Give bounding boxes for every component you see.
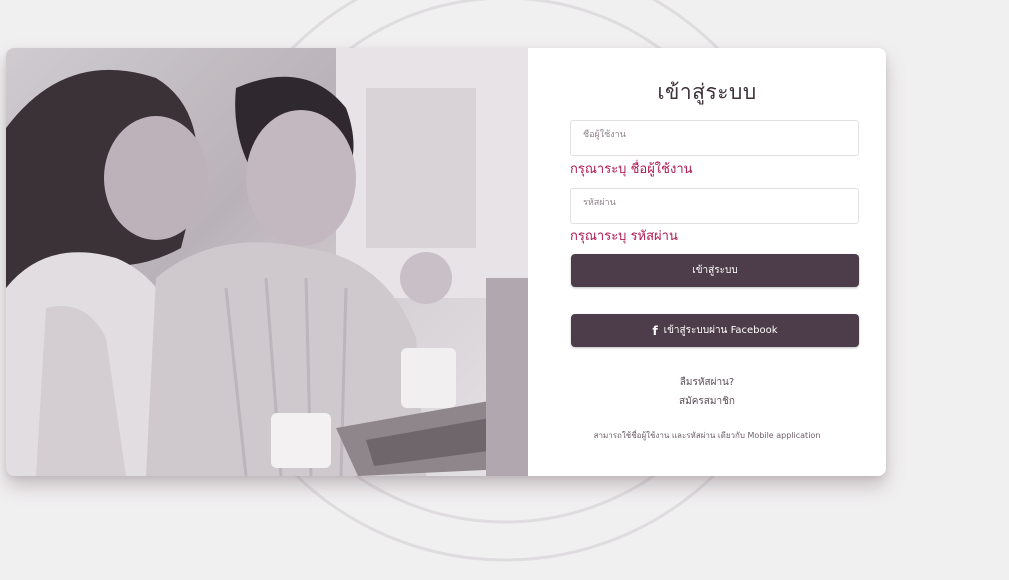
- username-error: กรุณาระบุ ชื่อผู้ใช้งาน: [570, 162, 693, 177]
- login-form-panel: เข้าสู่ระบบ กรุณาระบุ ชื่อผู้ใช้งาน กรุณ…: [528, 48, 886, 476]
- username-field[interactable]: [570, 120, 859, 156]
- login-card: เข้าสู่ระบบ กรุณาระบุ ชื่อผู้ใช้งาน กรุณ…: [6, 48, 886, 476]
- login-title: เข้าสู่ระบบ: [657, 80, 757, 104]
- facebook-login-button[interactable]: f เข้าสู่ระบบผ่าน Facebook: [571, 314, 859, 347]
- mobile-app-note: สามารถใช้ชื่อผู้ใช้งาน และรหัสผ่าน เดียว…: [593, 431, 821, 440]
- password-field[interactable]: [570, 188, 859, 224]
- password-input[interactable]: [581, 197, 845, 209]
- register-link[interactable]: สมัครสมาชิก: [528, 394, 886, 409]
- hero-photo: [6, 48, 528, 476]
- login-button-label: เข้าสู่ระบบ: [692, 265, 738, 276]
- facebook-icon: f: [652, 323, 658, 338]
- username-input[interactable]: [581, 129, 845, 141]
- forgot-password-link[interactable]: ลืมรหัสผ่าน?: [528, 375, 886, 390]
- login-button[interactable]: เข้าสู่ระบบ: [571, 254, 859, 287]
- facebook-login-label: เข้าสู่ระบบผ่าน Facebook: [663, 325, 778, 336]
- password-error: กรุณาระบุ รหัสผ่าน: [570, 229, 678, 244]
